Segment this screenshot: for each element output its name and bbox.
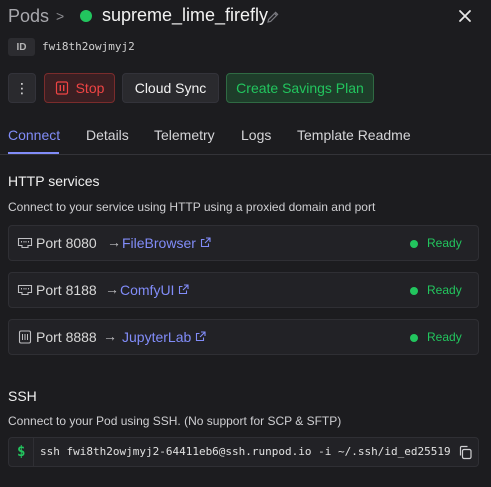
terminal-prompt-icon: $ <box>17 444 26 460</box>
divider <box>33 438 34 466</box>
tab-logs[interactable]: Logs <box>241 127 271 143</box>
service-status: Ready <box>427 283 462 297</box>
stop-button-label: Stop <box>75 80 105 96</box>
create-savings-plan-label: Create Savings Plan <box>236 80 364 96</box>
more-options-button[interactable]: ⋮ <box>8 73 36 103</box>
ethernet-port-icon <box>17 237 33 249</box>
tab-bar: Connect Details Telemetry Logs Template … <box>0 124 491 155</box>
service-port: Port 8188 <box>36 282 97 298</box>
ssh-title: SSH <box>8 388 37 404</box>
ethernet-port-icon <box>17 284 33 296</box>
service-row-8888: Port 8888 → JupyterLab Ready <box>8 319 479 355</box>
service-link-comfyui[interactable]: ComfyUI <box>120 282 190 298</box>
arrow-right-icon: → <box>107 234 121 250</box>
active-tab-indicator <box>8 152 59 154</box>
create-savings-plan-button[interactable]: Create Savings Plan <box>226 73 374 103</box>
service-link-filebrowser[interactable]: FileBrowser <box>122 235 211 251</box>
service-status: Ready <box>427 236 462 250</box>
ssh-command-text[interactable]: ssh fwi8th2owjmyj2-64411eb6@ssh.runpod.i… <box>40 445 454 458</box>
external-link-icon <box>200 237 211 248</box>
service-status: Ready <box>427 330 462 344</box>
cloud-sync-label: Cloud Sync <box>134 80 207 96</box>
copy-icon[interactable] <box>458 445 473 460</box>
vertical-dots-icon: ⋮ <box>15 79 29 96</box>
ssh-command-box: $ ssh fwi8th2owjmyj2-64411eb6@ssh.runpod… <box>8 437 479 467</box>
status-dot <box>410 287 418 295</box>
ssh-description: Connect to your Pod using SSH. (No suppo… <box>8 414 342 428</box>
id-badge: ID <box>8 38 35 56</box>
cloud-sync-button[interactable]: Cloud Sync <box>122 73 219 103</box>
service-link-label: ComfyUI <box>120 282 175 298</box>
http-services-title: HTTP services <box>8 173 100 189</box>
external-link-icon <box>196 331 206 342</box>
pod-id-value: fwi8th2owjmyj2 <box>42 40 135 53</box>
header-bar: Pods > supreme_lime_firefly <box>0 0 491 34</box>
close-icon[interactable] <box>456 7 474 25</box>
breadcrumb-pods[interactable]: Pods <box>8 6 49 27</box>
pod-name: supreme_lime_firefly <box>102 5 269 25</box>
stop-icon <box>55 81 68 95</box>
service-row-8188: Port 8188 → ComfyUI Ready <box>8 272 479 308</box>
stop-button[interactable]: Stop <box>44 73 115 103</box>
arrow-right-icon: → <box>103 328 117 344</box>
service-link-label: JupyterLab <box>122 329 192 345</box>
cpu-chip-icon <box>18 330 32 344</box>
service-row-8080: Port 8080 → FileBrowser Ready <box>8 225 479 261</box>
http-services-description: Connect to your service using HTTP using… <box>8 200 376 214</box>
pod-status-indicator <box>80 10 92 22</box>
service-port: Port 8888 <box>36 329 97 345</box>
pencil-icon[interactable] <box>266 10 280 24</box>
tab-telemetry[interactable]: Telemetry <box>154 127 215 143</box>
arrow-right-icon: → <box>105 281 119 297</box>
tab-details[interactable]: Details <box>86 127 129 143</box>
service-link-label: FileBrowser <box>122 235 196 251</box>
status-dot <box>410 240 418 248</box>
breadcrumb-separator: > <box>56 8 65 24</box>
status-dot <box>410 334 418 342</box>
service-port: Port 8080 <box>36 235 97 251</box>
tab-template-readme[interactable]: Template Readme <box>297 127 411 143</box>
tab-connect[interactable]: Connect <box>8 127 60 143</box>
external-link-icon <box>179 284 190 295</box>
service-link-jupyterlab[interactable]: JupyterLab <box>122 329 206 345</box>
